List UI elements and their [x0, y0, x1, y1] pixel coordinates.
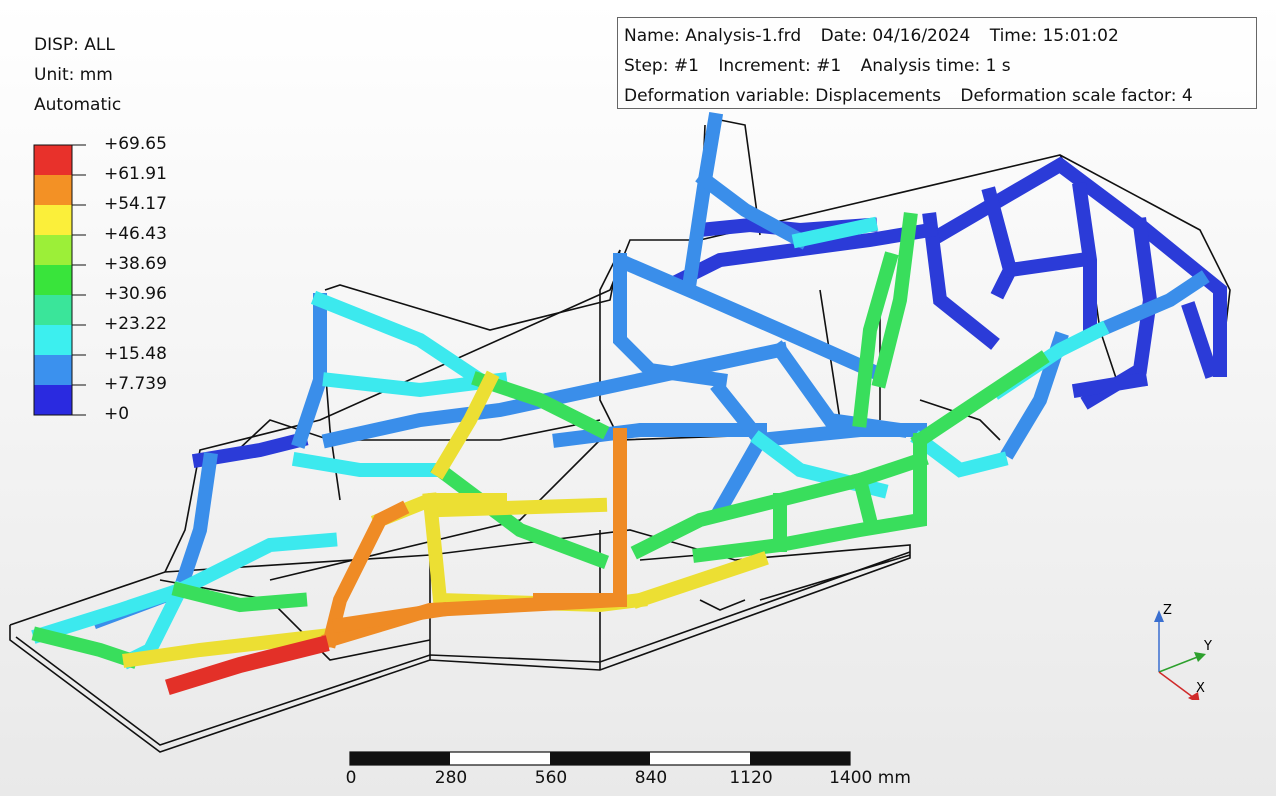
- 3d-viewport[interactable]: DISP: ALL Unit: mm Automatic +69.65 +61.9…: [0, 0, 1276, 796]
- legend-swatch: [34, 265, 72, 295]
- scale-label-0: 0: [345, 768, 357, 788]
- x-axis-label: X: [1196, 681, 1205, 696]
- legend-swatch: [34, 325, 72, 355]
- y-axis-label: Y: [1203, 639, 1212, 654]
- legend-swatch: [34, 295, 72, 325]
- info-analysis-time: Analysis time: 1 s: [860, 56, 1011, 76]
- scale-label-560: 560: [534, 768, 568, 788]
- frame-model[interactable]: [0, 0, 1276, 796]
- scale-label-1120: 1120: [729, 768, 773, 788]
- info-step: Step: #1: [624, 56, 699, 76]
- legend-tick-label: +30.96: [104, 284, 167, 304]
- scale-label-1400: 1400 mm: [829, 768, 911, 788]
- color-legend-bar: [33, 144, 86, 416]
- legend-tick-label: +7.739: [104, 374, 167, 394]
- info-deformation-variable: Deformation variable: Displacements: [624, 86, 942, 106]
- scale-label-280: 280: [434, 768, 468, 788]
- legend-tick-label: +23.22: [104, 314, 167, 334]
- legend-tick-label: +69.65: [104, 134, 167, 154]
- z-axis-label: Z: [1163, 603, 1172, 618]
- info-time: Time: 15:01:02: [989, 26, 1119, 46]
- axis-triad: Z Y X: [1154, 603, 1212, 700]
- y-axis-line: [1158, 655, 1201, 673]
- analysis-info-box: Name: Analysis-1.frd Date: 04/16/2024 Ti…: [617, 17, 1257, 109]
- legend-tick-label: +54.17: [104, 194, 167, 214]
- legend-swatch: [34, 145, 72, 175]
- legend-tick-label: +15.48: [104, 344, 167, 364]
- legend-swatch: [34, 175, 72, 205]
- info-date: Date: 04/16/2024: [820, 26, 971, 46]
- scale-bar: [349, 751, 851, 766]
- legend-swatch: [34, 205, 72, 235]
- info-increment: Increment: #1: [718, 56, 842, 76]
- legend-tick-label: +0: [104, 404, 130, 424]
- info-name: Name: Analysis-1.frd: [624, 26, 802, 46]
- legend-swatch: [34, 385, 72, 415]
- scale-label-840: 840: [634, 768, 668, 788]
- deformed-frame: [31, 111, 1227, 695]
- legend-tick-label: +46.43: [104, 224, 167, 244]
- info-deformation-scale: Deformation scale factor: 4: [960, 86, 1193, 106]
- legend-tick-label: +38.69: [104, 254, 167, 274]
- legend-swatch: [34, 235, 72, 265]
- x-axis-line: [1158, 671, 1195, 699]
- legend-swatch: [34, 355, 72, 385]
- legend-tick-label: +61.91: [104, 164, 167, 184]
